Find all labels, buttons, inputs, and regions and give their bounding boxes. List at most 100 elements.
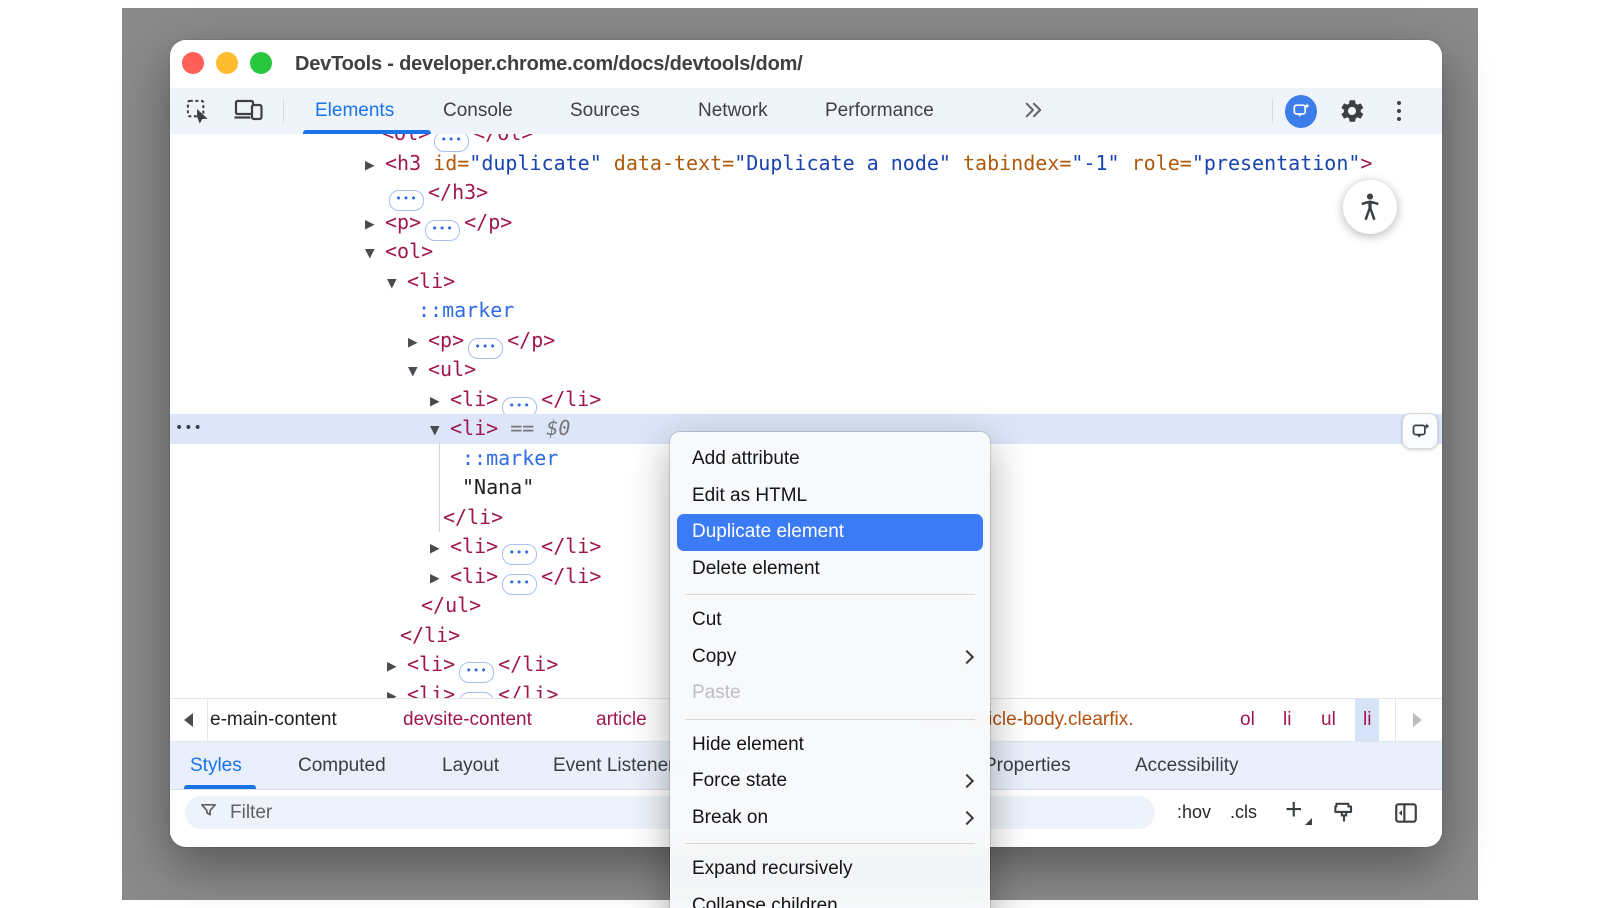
dom-token-tag: </li> (443, 505, 503, 529)
more-panels-chevron-icon[interactable] (1022, 88, 1044, 134)
devtools-toolbar: Elements Console Sources Network Performance (170, 88, 1442, 135)
dom-tree-row[interactable]: ▶<h3 id="duplicate" data-text="Duplicate… (170, 149, 1442, 179)
dom-token-pseudo: ::marker (418, 298, 514, 322)
dom-token-val: "duplicate" (469, 151, 601, 175)
menu-item-collapse-children[interactable]: Collapse children (670, 888, 990, 908)
breadcrumb-item[interactable]: e-main-content (210, 699, 337, 741)
menu-item-cut[interactable]: Cut (670, 602, 990, 639)
accessibility-person-icon[interactable] (1343, 180, 1397, 234)
dom-tree-row[interactable]: ▶<p></p> (170, 208, 1442, 238)
toolbar-divider (283, 99, 284, 123)
dom-tree-row[interactable]: ▼<ul> (170, 355, 1442, 385)
expand-arrow-icon[interactable]: ▶ (387, 651, 407, 681)
sidebar-tab-styles[interactable]: Styles (190, 742, 242, 789)
submenu-chevron-icon (960, 774, 974, 788)
dom-token-tag: </h3> (428, 180, 488, 204)
dom-tree-row[interactable]: </h3> (170, 178, 1442, 208)
expand-arrow-icon[interactable]: ▶ (365, 150, 385, 180)
dom-token-tag: <li> (407, 269, 455, 293)
ai-assistance-icon[interactable] (1402, 413, 1438, 449)
dom-token-tag: </li> (541, 387, 601, 411)
menu-item-hide-element[interactable]: Hide element (670, 727, 990, 764)
dom-token-tag: <li> (450, 416, 498, 440)
expand-arrow-icon[interactable]: ▶ (430, 533, 450, 563)
submenu-chevron-icon (960, 810, 974, 824)
menu-item-paste: Paste (670, 675, 990, 712)
menu-item-add-attribute[interactable]: Add attribute (670, 441, 990, 478)
dom-token-tag: <li> (407, 652, 455, 676)
dom-token-greyi: $0 (546, 416, 570, 440)
dom-token-tag: </p> (507, 328, 555, 352)
breadcrumb-back-icon[interactable] (170, 699, 208, 741)
expand-arrow-icon[interactable]: ▶ (430, 563, 450, 593)
dom-tree-row[interactable]: ▼<ol> (170, 237, 1442, 267)
dom-token-tag: </ul> (421, 593, 481, 617)
breadcrumb-item[interactable]: li (1283, 699, 1291, 741)
collapse-arrow-icon[interactable]: ▼ (408, 356, 428, 386)
dom-token-tag: </li> (498, 652, 558, 676)
settings-gear-icon[interactable] (1336, 96, 1368, 126)
inspect-element-icon[interactable] (182, 96, 214, 126)
tab-network[interactable]: Network (698, 88, 768, 134)
dock-side-icon[interactable] (1392, 799, 1420, 827)
menu-item-edit-as-html[interactable]: Edit as HTML (670, 478, 990, 515)
expand-arrow-icon[interactable]: ▶ (408, 327, 428, 357)
collapse-arrow-icon[interactable]: ▼ (387, 268, 407, 298)
selected-tab-underline (184, 785, 256, 789)
filter-funnel-icon (199, 801, 218, 825)
dom-token-plain (602, 151, 614, 175)
dom-token-tag: <li> (407, 682, 455, 699)
expand-arrow-icon[interactable]: ▶ (387, 681, 407, 699)
breadcrumb-item[interactable]: article (596, 699, 647, 741)
dom-token-tag: <ol> (382, 134, 430, 145)
dom-tree-row[interactable]: <ol></ol> (170, 134, 1442, 149)
expand-arrow-icon[interactable]: ▶ (430, 386, 450, 416)
expand-arrow-icon[interactable]: ▶ (365, 209, 385, 239)
dom-token-pseudo: ::marker (462, 446, 558, 470)
menu-item-expand-recursively[interactable]: Expand recursively (670, 851, 990, 888)
breadcrumb-forward-icon[interactable] (1395, 699, 1439, 741)
breadcrumb-item[interactable]: ul (1321, 699, 1336, 741)
indent-guide-line (439, 443, 440, 532)
row-actions-dots-icon[interactable]: ••• (175, 414, 203, 444)
menu-item-delete-element[interactable]: Delete element (670, 551, 990, 588)
ai-assistance-icon[interactable] (1285, 96, 1317, 126)
zoom-window-button[interactable] (250, 52, 272, 74)
menu-item-copy[interactable]: Copy (670, 639, 990, 676)
toggle-element-state-button[interactable]: :hov (1177, 790, 1211, 835)
close-window-button[interactable] (182, 52, 204, 74)
sidebar-tab-event-listeners[interactable]: Event Listeners (553, 742, 684, 789)
dom-token-tag: <li> (450, 387, 498, 411)
dom-token-val: "presentation" (1192, 151, 1361, 175)
tab-elements[interactable]: Elements (315, 88, 394, 134)
dom-tree-row[interactable]: ▶<p> </p> (170, 326, 1442, 356)
sidebar-tab-properties[interactable]: Properties (984, 742, 1071, 789)
breadcrumb-item[interactable]: ol (1240, 699, 1255, 741)
collapse-arrow-icon[interactable]: ▼ (365, 238, 385, 268)
dom-tree-row[interactable]: ▼<li> (170, 267, 1442, 297)
new-style-rule-plus-icon[interactable] (1283, 797, 1313, 827)
rendering-brush-icon[interactable] (1330, 799, 1358, 827)
dom-token-attr: id= (433, 151, 469, 175)
dom-tree-row[interactable]: ::marker (170, 296, 1442, 326)
element-classes-button[interactable]: .cls (1230, 790, 1257, 835)
sidebar-tab-computed[interactable]: Computed (298, 742, 386, 789)
breadcrumb-item[interactable]: devsite-content (403, 699, 532, 741)
context-menu: Add attributeEdit as HTMLDuplicate eleme… (670, 432, 990, 908)
dom-token-attr: tabindex= (963, 151, 1071, 175)
dom-token-tag: <p> (428, 328, 464, 352)
menu-item-break-on[interactable]: Break on (670, 800, 990, 837)
tab-console[interactable]: Console (443, 88, 513, 134)
breadcrumb-item-selected[interactable]: li (1355, 699, 1379, 741)
dom-tree-row[interactable]: ▶<li> </li> (170, 385, 1442, 415)
minimize-window-button[interactable] (216, 52, 238, 74)
collapse-arrow-icon[interactable]: ▼ (430, 415, 450, 445)
tab-sources[interactable]: Sources (570, 88, 640, 134)
menu-item-force-state[interactable]: Force state (670, 763, 990, 800)
sidebar-tab-layout[interactable]: Layout (442, 742, 499, 789)
toggle-device-toolbar-icon[interactable] (232, 96, 264, 126)
tab-performance[interactable]: Performance (825, 88, 934, 134)
more-options-kebab-icon[interactable] (1383, 96, 1415, 126)
sidebar-tab-accessibility[interactable]: Accessibility (1135, 742, 1238, 789)
menu-item-duplicate-element[interactable]: Duplicate element (677, 514, 983, 551)
